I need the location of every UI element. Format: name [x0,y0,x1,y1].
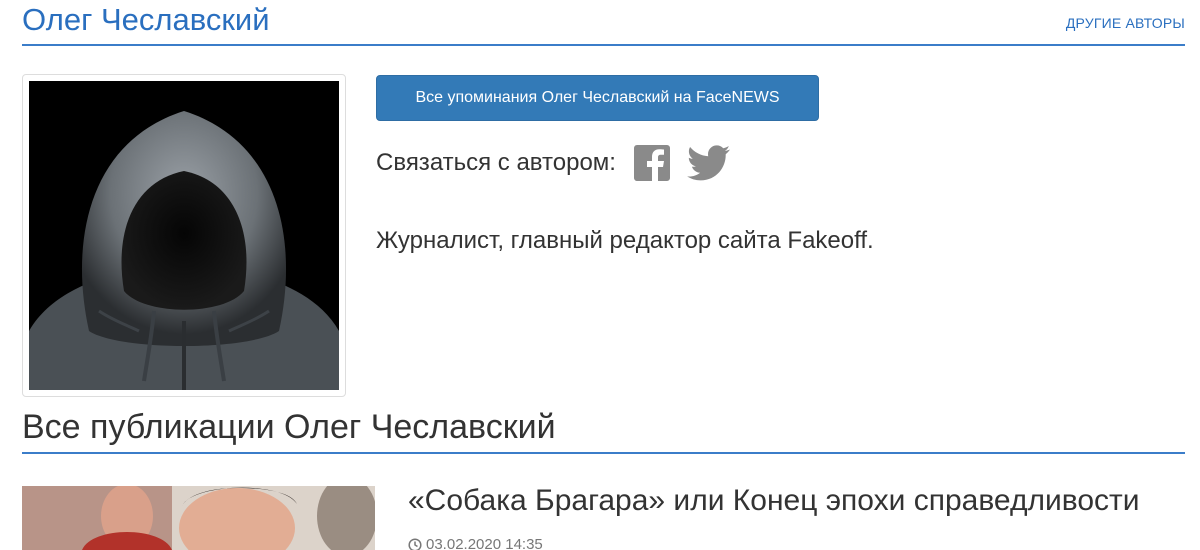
article-thumbnail[interactable] [22,486,375,550]
publications-header: Все публикации Олег Чеславский [22,400,1185,454]
all-mentions-button[interactable]: Все упоминания Олег Чеславский на FaceNE… [376,75,819,121]
author-photo-frame [22,74,346,397]
author-header: Олег Чеславский ДРУГИЕ АВТОРЫ [22,0,1185,46]
article-date: 03.02.2020 14:35 [426,536,543,550]
author-name: Олег Чеславский [22,2,270,37]
article-meta: 03.02.2020 14:35 [408,535,543,550]
author-photo [29,81,339,390]
clock-icon [408,538,422,550]
contact-author-row: Связаться с автором: [376,141,746,185]
contact-label: Связаться с автором: [376,149,616,176]
publications-title: Все публикации Олег Чеславский [22,408,556,446]
article-title[interactable]: «Собака Брагара» или Конец эпохи справед… [408,481,1140,521]
author-bio: Журналист, главный редактор сайта Fakeof… [376,227,874,254]
twitter-icon[interactable] [686,143,732,183]
other-authors-link[interactable]: ДРУГИЕ АВТОРЫ [1066,13,1185,33]
facebook-icon[interactable] [632,143,672,183]
